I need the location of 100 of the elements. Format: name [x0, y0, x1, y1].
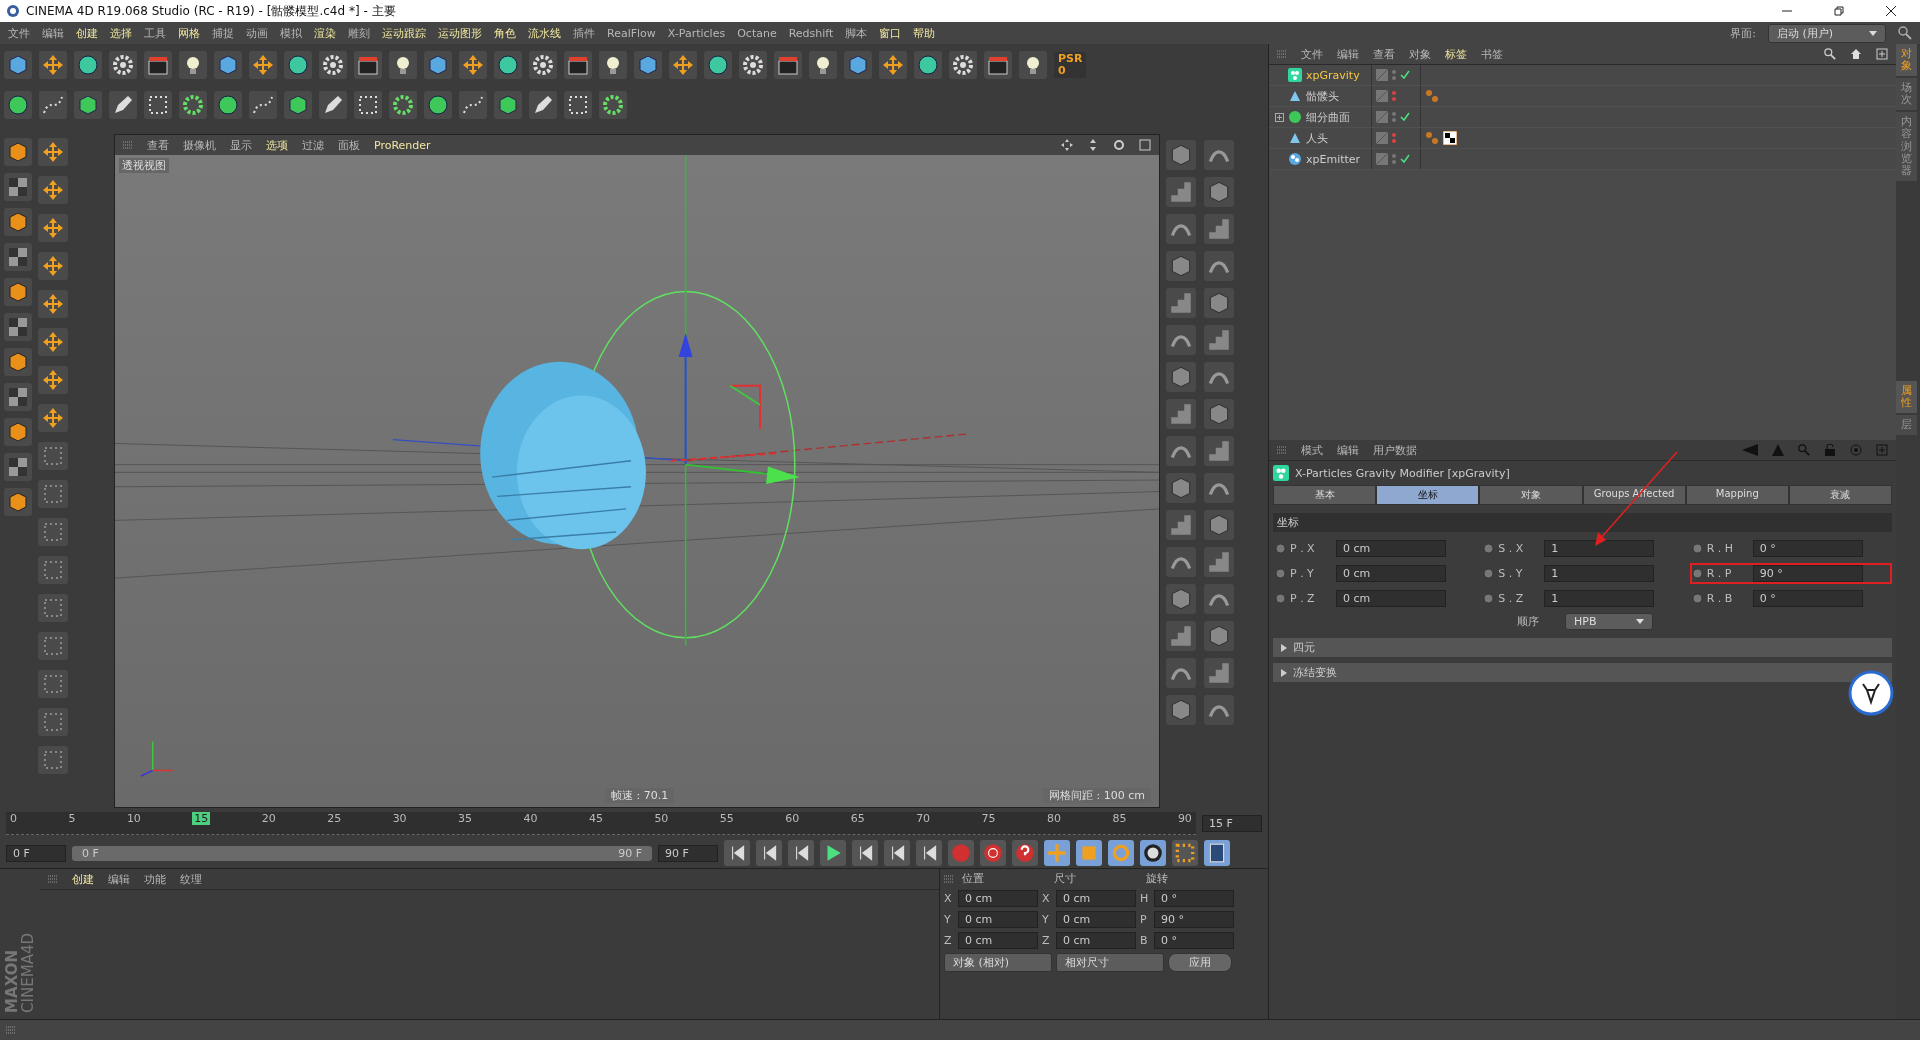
- grip-icon[interactable]: [48, 874, 58, 884]
- clapper-icon[interactable]: [564, 51, 592, 79]
- grip-icon[interactable]: [6, 1025, 16, 1035]
- cube-icon[interactable]: [4, 348, 32, 376]
- value-field[interactable]: 1: [1544, 540, 1655, 557]
- check-icon[interactable]: [1400, 112, 1410, 122]
- bend-deformer-icon[interactable]: [1204, 362, 1234, 392]
- viewport-menu-item[interactable]: ProRender: [374, 138, 431, 152]
- attribute-tab[interactable]: Mapping: [1685, 485, 1789, 505]
- pen-icon[interactable]: [529, 91, 557, 119]
- timeline-ruler[interactable]: 0 5 10 15 20 25 30 35 40 45 50 55 60 65 70 75 80 85 90: [6, 811, 1196, 835]
- cube-icon[interactable]: [494, 91, 522, 119]
- grid-dots-icon[interactable]: [38, 746, 68, 774]
- bend-deformer-icon[interactable]: [1204, 473, 1234, 503]
- attributes-menu-item[interactable]: 模式: [1301, 442, 1323, 458]
- viewport-menu-item[interactable]: 查看: [147, 137, 169, 153]
- light-bulb-icon[interactable]: [389, 51, 417, 79]
- material-menu-item[interactable]: 创建: [72, 871, 94, 887]
- stairs-icon[interactable]: [1204, 325, 1234, 355]
- checker-icon[interactable]: [4, 383, 32, 411]
- grip-icon[interactable]: [1277, 49, 1287, 59]
- attributes-menu-item[interactable]: 用户数据: [1373, 442, 1417, 458]
- gear-icon[interactable]: [949, 51, 977, 79]
- bend-deformer-icon[interactable]: [1204, 251, 1234, 281]
- menu-item[interactable]: X-Particles: [667, 26, 726, 40]
- viewport-menu-item[interactable]: 摄像机: [183, 137, 216, 153]
- step-icon[interactable]: [884, 840, 910, 866]
- menu-item[interactable]: 文件: [8, 25, 30, 41]
- step-icon[interactable]: [724, 840, 750, 866]
- check-icon[interactable]: [1400, 70, 1410, 80]
- gear-icon[interactable]: [179, 91, 207, 119]
- viewport-menu-item[interactable]: 显示: [230, 137, 252, 153]
- position-field[interactable]: 0 cm: [958, 911, 1038, 928]
- side-tab[interactable]: 内容浏览器: [1896, 112, 1917, 181]
- stairs-icon[interactable]: [1166, 288, 1196, 318]
- menu-item[interactable]: 模拟: [280, 25, 302, 41]
- cube-icon[interactable]: [1166, 362, 1196, 392]
- position-field[interactable]: 0 cm: [958, 932, 1038, 949]
- menu-item[interactable]: 工具: [144, 25, 166, 41]
- current-frame-field[interactable]: 15 F: [1202, 814, 1262, 832]
- visibility-dots-icon[interactable]: [1391, 153, 1397, 165]
- clapper-icon[interactable]: [774, 51, 802, 79]
- collapsible-group[interactable]: 冻结变换: [1273, 663, 1892, 682]
- cube-icon[interactable]: [4, 488, 32, 516]
- side-tab[interactable]: 对象: [1896, 44, 1917, 77]
- cube-icon[interactable]: [74, 91, 102, 119]
- bend-deformer-icon[interactable]: [1204, 695, 1234, 725]
- cube-icon[interactable]: [1166, 473, 1196, 503]
- gear-icon[interactable]: [389, 91, 417, 119]
- bend-deformer-icon[interactable]: [1166, 436, 1196, 466]
- grid-dots-icon[interactable]: [38, 518, 68, 546]
- cube-icon[interactable]: [4, 138, 32, 166]
- value-field[interactable]: 90 °: [1752, 565, 1863, 582]
- restore-icon[interactable]: [1832, 4, 1846, 18]
- stairs-icon[interactable]: [1166, 510, 1196, 540]
- menu-item[interactable]: 流水线: [528, 25, 561, 41]
- move-arrows-icon[interactable]: [249, 51, 277, 79]
- bend-deformer-icon[interactable]: [1166, 325, 1196, 355]
- animate-radio-icon[interactable]: [1483, 568, 1495, 579]
- material-menu-item[interactable]: 纹理: [180, 871, 202, 887]
- bend-deformer-icon[interactable]: [1204, 584, 1234, 614]
- cube-icon[interactable]: [4, 51, 32, 79]
- clapper-icon[interactable]: [984, 51, 1012, 79]
- move-arrows-icon[interactable]: [38, 214, 68, 242]
- side-tab[interactable]: 层: [1896, 415, 1917, 436]
- animate-radio-icon[interactable]: [1483, 543, 1495, 554]
- step-icon[interactable]: [852, 840, 878, 866]
- parameter-icon[interactable]: [1140, 840, 1166, 866]
- viewport-menu-item[interactable]: 过滤: [302, 137, 324, 153]
- bend-deformer-icon[interactable]: [1166, 547, 1196, 577]
- grid-dots-icon[interactable]: [38, 632, 68, 660]
- cube-icon[interactable]: [1204, 177, 1234, 207]
- close-icon[interactable]: [1884, 4, 1898, 18]
- spline-points-icon[interactable]: [39, 91, 67, 119]
- bend-deformer-icon[interactable]: [1166, 214, 1196, 244]
- visibility-dots-icon[interactable]: [1391, 111, 1397, 123]
- home-icon[interactable]: [1850, 48, 1862, 60]
- attribute-tab[interactable]: 衰减: [1788, 485, 1893, 505]
- gear-icon[interactable]: [109, 51, 137, 79]
- animate-radio-icon[interactable]: [1275, 593, 1286, 604]
- checker-icon[interactable]: [4, 453, 32, 481]
- grip-icon[interactable]: [944, 873, 954, 884]
- move-arrows-icon[interactable]: [38, 290, 68, 318]
- search-icon[interactable]: [1824, 48, 1836, 60]
- material-menu-item[interactable]: 编辑: [108, 871, 130, 887]
- cube-icon[interactable]: [424, 51, 452, 79]
- grid-dots-icon[interactable]: [1172, 840, 1198, 866]
- psr-indicator[interactable]: PSR 0: [1054, 52, 1087, 78]
- animate-radio-icon[interactable]: [1691, 593, 1703, 604]
- checker-icon[interactable]: [4, 313, 32, 341]
- object-row[interactable]: xpGravity: [1269, 65, 1896, 86]
- zoom-view-icon[interactable]: [1087, 139, 1099, 151]
- object-menu-item[interactable]: 标签: [1445, 46, 1467, 62]
- animate-radio-icon[interactable]: [1691, 543, 1703, 554]
- cube-icon[interactable]: [4, 278, 32, 306]
- light-bulb-icon[interactable]: [599, 51, 627, 79]
- size-field[interactable]: 0 cm: [1056, 890, 1136, 907]
- light-bulb-icon[interactable]: [1019, 51, 1047, 79]
- material-menu-item[interactable]: 功能: [144, 871, 166, 887]
- object-menu-item[interactable]: 对象: [1409, 46, 1431, 62]
